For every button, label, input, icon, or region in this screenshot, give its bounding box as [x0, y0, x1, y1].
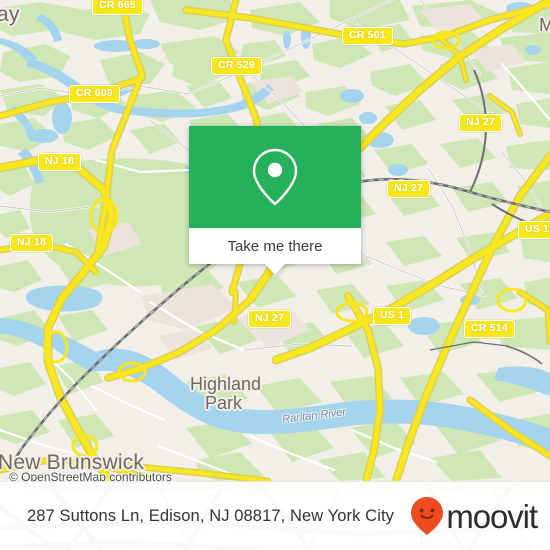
location-popup[interactable]: Take me there [189, 126, 361, 275]
moovit-logo[interactable]: moovit [410, 496, 538, 536]
map-screenshot: ay Highland Park New Brunswick M Raritan… [0, 0, 550, 550]
shield-us-1-b[interactable]: US 1 [373, 307, 412, 325]
shield-us-1-a[interactable]: US 1 [518, 221, 550, 239]
take-me-there-button[interactable]: Take me there [189, 228, 361, 264]
shield-nj-27-b[interactable]: NJ 27 [387, 180, 431, 198]
map-canvas[interactable]: ay Highland Park New Brunswick M Raritan… [0, 0, 550, 481]
take-me-there-label: Take me there [227, 237, 323, 255]
shield-cr-514[interactable]: CR 514 [464, 320, 515, 338]
moovit-wordmark: moovit [446, 497, 538, 535]
shield-nj-18-a[interactable]: NJ 18 [38, 153, 82, 171]
address-text: 287 Suttons Ln, Edison, NJ 08817, New Yo… [27, 506, 394, 525]
shield-cr-665[interactable]: CR 665 [92, 0, 143, 15]
shield-nj-27-a[interactable]: NJ 27 [459, 114, 503, 132]
shield-nj-18-b[interactable]: NJ 18 [10, 234, 54, 252]
shield-cr-609[interactable]: CR 609 [69, 85, 120, 103]
osm-attribution[interactable]: © OpenStreetMap contributors [9, 470, 172, 481]
moovit-pin-smiley-icon [411, 497, 444, 535]
shield-cr-529[interactable]: CR 529 [211, 57, 262, 75]
shield-cr-501[interactable]: CR 501 [342, 27, 393, 45]
popup-image-panel [189, 126, 361, 228]
shield-nj-27-c[interactable]: NJ 27 [248, 310, 292, 328]
map-pin-icon [252, 148, 298, 206]
popup-tail [264, 263, 286, 275]
footer-bar: 287 Suttons Ln, Edison, NJ 08817, New Yo… [0, 481, 550, 550]
